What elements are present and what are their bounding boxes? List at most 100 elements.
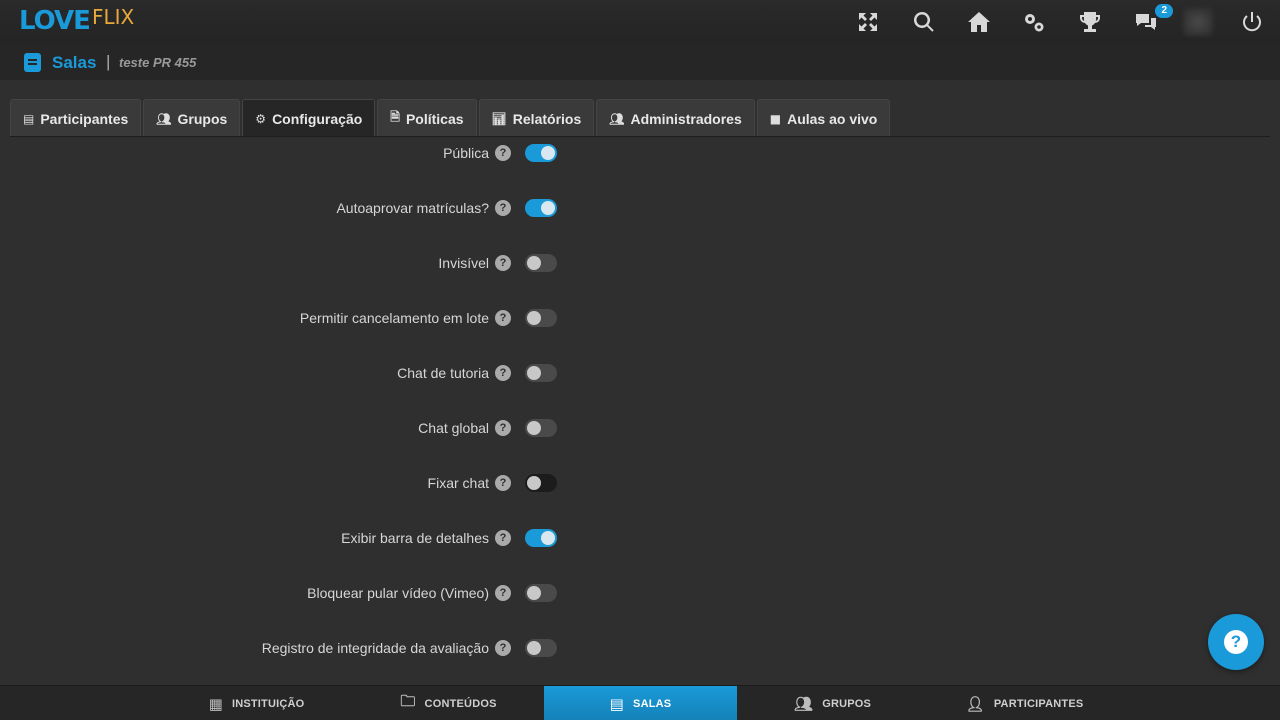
logo-flix: FLIX [91,5,135,29]
room-header: Salas | teste PR 455 [0,44,1280,80]
brand-logo[interactable]: LOVE FLIX [19,5,135,40]
help-icon[interactable]: ? [495,255,511,271]
file-icon: 🗎︎ [390,110,400,124]
setting-exibir-barra-de-detalhes: Exibir barra de detalhes ? [0,526,600,550]
help-icon[interactable]: ? [495,145,511,161]
room-name: teste PR 455 [119,55,197,70]
tab-aulas-ao-vivo[interactable]: ■ Aulas ao vivo [756,99,891,137]
toggle-knob [527,476,541,490]
setting-label: Permitir cancelamento em lote [299,310,489,326]
tab-administradores[interactable]: 👥︎ Administradores [596,99,755,137]
question-icon: ? [1224,630,1248,654]
setting-label: Chat de tutoria [397,365,489,381]
nav-instituicao[interactable]: ▦ INSTITUIÇÃO [160,686,353,720]
tab-label: Relatórios [512,110,582,127]
folder-icon: 🗀︎ [400,692,416,710]
tab-bar: ▤ Participantes 👥︎ Grupos ⚙ Configuração… [10,99,892,137]
tab-label: Configuração [272,110,363,127]
chat-icon[interactable]: 2 [1133,4,1173,35]
user-icon: 👤︎ [965,694,985,713]
help-icon[interactable]: ? [495,585,511,601]
toggle-knob [541,201,555,215]
nav-label: SALAS [633,697,672,710]
chart-icon: 📊︎ [491,111,507,126]
tab-relatorios[interactable]: 📊︎ Relatórios [478,99,595,137]
nav-label: PARTICIPANTES [993,697,1084,710]
toggle-invisivel[interactable] [525,254,557,272]
toggle-knob [527,366,541,380]
setting-label: Exibir barra de detalhes [341,530,489,546]
help-icon[interactable]: ? [495,475,511,491]
home-icon[interactable] [966,9,992,35]
toggle-registro-de-integridade[interactable] [525,639,557,657]
video-icon: ■ [769,111,782,126]
toggle-knob [541,146,555,160]
setting-invisivel: Invisível ? [0,251,600,275]
setting-label: Pública [443,145,489,161]
book-icon: ▤ [609,694,625,713]
toggle-bloquear-pular-video[interactable] [525,584,557,602]
setting-label: Autoaprovar matrículas? [336,200,489,216]
tab-grupos[interactable]: 👥︎ Grupos [143,99,241,137]
toggle-knob [527,421,541,435]
toggle-knob [527,256,541,270]
title-separator: | [106,52,111,71]
help-icon[interactable]: ? [495,200,511,216]
bottom-nav: ▦ INSTITUIÇÃO 🗀︎ CONTEÚDOS ▤ SALAS 👥︎ GR… [0,685,1280,720]
tab-politicas[interactable]: 🗎︎ Políticas [377,99,477,137]
building-icon: ▦ [208,694,223,713]
setting-chat-global: Chat global ? [0,416,600,440]
book-icon: ▤ [23,111,35,126]
toggle-chat-global[interactable] [525,419,557,437]
toggle-fixar-chat[interactable] [525,474,557,492]
page-title: Salas [52,53,97,72]
setting-chat-de-tutoria: Chat de tutoria ? [0,361,600,385]
tab-divider [10,136,1270,137]
users-icon: 👥︎ [609,111,625,126]
toggle-exibir-barra-de-detalhes[interactable] [525,529,557,547]
help-icon[interactable]: ? [495,640,511,656]
users-icon: 👥︎ [793,694,814,713]
cogs-icon: ⚙ [255,111,267,126]
help-button[interactable]: ? [1208,614,1264,670]
toggle-knob [527,311,541,325]
setting-autoaprovar-matriculas: Autoaprovar matrículas? ? [0,196,600,220]
setting-bloquear-pular-video: Bloquear pular vídeo (Vimeo) ? [0,581,600,605]
settings-icon[interactable] [1021,9,1047,35]
tab-label: Grupos [177,110,228,127]
toggle-autoaprovar-matriculas[interactable] [525,199,557,217]
help-icon[interactable]: ? [495,420,511,436]
power-icon[interactable] [1239,9,1265,35]
setting-label: Invisível [438,255,489,271]
fullscreen-icon[interactable] [855,9,881,35]
tab-configuracao[interactable]: ⚙ Configuração [242,99,376,137]
toggle-knob [527,586,541,600]
trophy-icon[interactable] [1077,9,1103,35]
users-icon: 👥︎ [156,111,172,126]
setting-label: Registro de integridade da avaliação [261,640,489,656]
help-icon[interactable]: ? [495,310,511,326]
nav-conteudos[interactable]: 🗀︎ CONTEÚDOS [352,686,545,720]
nav-participantes[interactable]: 👤︎ PARTICIPANTES [928,686,1121,720]
toggle-knob [541,531,555,545]
toggle-cancelamento-em-lote[interactable] [525,309,557,327]
notification-badge: 2 [1155,4,1173,18]
nav-salas[interactable]: ▤ SALAS [544,686,737,720]
avatar[interactable] [1183,8,1213,36]
setting-fixar-chat: Fixar chat ? [0,471,600,495]
book-icon [24,53,41,72]
nav-label: INSTITUIÇÃO [231,697,305,710]
tab-label: Políticas [405,110,464,127]
nav-label: GRUPOS [822,697,872,710]
nav-grupos[interactable]: 👥︎ GRUPOS [736,686,929,720]
toggle-publica[interactable] [525,144,557,162]
search-icon[interactable] [911,9,937,35]
toggle-chat-de-tutoria[interactable] [525,364,557,382]
setting-registro-de-integridade: Registro de integridade da avaliação ? [0,636,600,660]
help-icon[interactable]: ? [495,530,511,546]
setting-label: Chat global [418,420,489,436]
toggle-knob [527,641,541,655]
help-icon[interactable]: ? [495,365,511,381]
tab-participantes[interactable]: ▤ Participantes [10,99,142,137]
setting-cancelamento-em-lote: Permitir cancelamento em lote ? [0,306,600,330]
